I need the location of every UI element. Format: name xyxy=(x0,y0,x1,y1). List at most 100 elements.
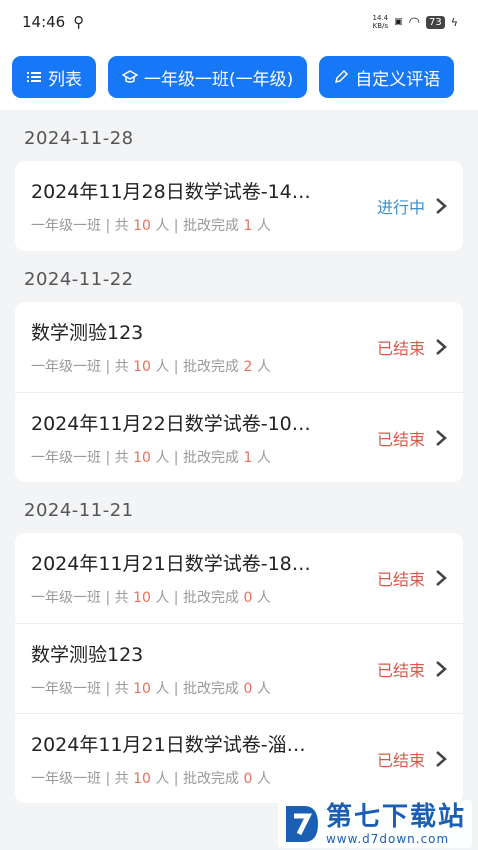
date-group: 2024-11-28 2024年11月28日数学试卷-14… 一年级一班 | 共… xyxy=(0,110,478,251)
total-count: 10 xyxy=(133,680,151,697)
chevron-right-icon xyxy=(436,660,447,677)
list-button-label: 列表 xyxy=(48,69,82,90)
done-count: 0 xyxy=(243,590,253,606)
class-name: 一年级一班 xyxy=(31,218,101,234)
exam-status: 进行中 xyxy=(376,198,425,217)
done-count: 0 xyxy=(243,680,253,697)
list-button[interactable]: 列表 xyxy=(12,56,96,98)
done-count: 0 xyxy=(243,770,253,787)
toolbar: 列表 一年级一班(一年级) 自定义评语 xyxy=(0,44,478,110)
usb-icon: ⚲ xyxy=(73,13,85,31)
person-unit: 人 xyxy=(256,359,271,375)
person-unit: 人 xyxy=(155,218,170,234)
person-unit: 人 xyxy=(256,449,271,466)
exam-row[interactable]: 数学测验123 一年级一班 | 共 10 人 | 批改完成 0 人 已结束 xyxy=(15,623,463,713)
total-prefix: 共 xyxy=(114,590,129,606)
class-name: 一年级一班 xyxy=(31,770,101,787)
total-prefix: 共 xyxy=(114,680,129,697)
exam-row[interactable]: 2024年11月22日数学试卷-10… 一年级一班 | 共 10 人 | 批改完… xyxy=(15,392,463,482)
person-unit: 人 xyxy=(256,218,271,234)
total-prefix: 共 xyxy=(114,359,129,375)
d7-logo-icon xyxy=(285,806,318,842)
exam-meta: 一年级一班 | 共 10 人 | 批改完成 1 人 xyxy=(31,218,271,234)
nfc-icon: ▣ xyxy=(394,17,403,27)
exam-row[interactable]: 数学测验123 一年级一班 | 共 10 人 | 批改完成 2 人 已结束 xyxy=(15,302,463,392)
exam-card: 数学测验123 一年级一班 | 共 10 人 | 批改完成 2 人 已结束 20… xyxy=(15,302,463,482)
list-icon xyxy=(27,72,41,82)
exam-meta: 一年级一班 | 共 10 人 | 批改完成 2 人 xyxy=(31,359,271,375)
exam-title: 2024年11月22日数学试卷-10… xyxy=(31,412,311,435)
chevron-right-icon xyxy=(436,429,447,446)
date-header: 2024-11-21 xyxy=(24,500,134,521)
exam-title: 2024年11月28日数学试卷-14… xyxy=(31,181,311,203)
done-count: 1 xyxy=(243,449,253,466)
chevron-right-icon xyxy=(436,198,447,214)
person-unit: 人 xyxy=(155,680,170,697)
total-count: 10 xyxy=(133,449,151,466)
network-speed: 14.4 KB/s xyxy=(372,14,389,30)
total-count: 10 xyxy=(133,770,151,787)
done-prefix: 批改完成 xyxy=(182,770,239,787)
exam-status: 已结束 xyxy=(376,429,425,449)
done-prefix: 批改完成 xyxy=(182,449,239,466)
done-count: 2 xyxy=(243,359,253,375)
watermark: 第七下载站 www.d7down.com xyxy=(277,800,472,848)
graduation-cap-icon xyxy=(122,70,138,83)
person-unit: 人 xyxy=(256,770,271,787)
status-bar: 14:46 ⚲ 14.4 KB/s ▣ ◠ 73 ϟ xyxy=(0,0,478,44)
class-select-button[interactable]: 一年级一班(一年级) xyxy=(108,56,308,98)
class-select-label: 一年级一班(一年级) xyxy=(144,69,294,90)
person-unit: 人 xyxy=(155,590,170,606)
class-name: 一年级一班 xyxy=(31,359,101,375)
charging-icon: ϟ xyxy=(450,15,458,29)
exam-card: 2024年11月28日数学试卷-14… 一年级一班 | 共 10 人 | 批改完… xyxy=(15,161,463,251)
exam-meta: 一年级一班 | 共 10 人 | 批改完成 0 人 xyxy=(31,590,271,606)
date-group: 2024-11-22 数学测验123 一年级一班 | 共 10 人 | 批改完成… xyxy=(0,251,478,482)
done-prefix: 批改完成 xyxy=(182,359,239,375)
date-header: 2024-11-22 xyxy=(24,269,134,290)
exam-status: 已结束 xyxy=(376,339,425,358)
exam-row[interactable]: 2024年11月21日数学试卷-18… 一年级一班 | 共 10 人 | 批改完… xyxy=(15,533,463,623)
exam-title: 数学测验123 xyxy=(31,643,144,666)
done-prefix: 批改完成 xyxy=(182,590,239,606)
exam-status: 已结束 xyxy=(376,750,425,770)
class-name: 一年级一班 xyxy=(31,449,101,466)
exam-status: 已结束 xyxy=(376,570,425,589)
exam-row[interactable]: 2024年11月21日数学试卷-淄… 一年级一班 | 共 10 人 | 批改完成… xyxy=(15,713,463,803)
chevron-right-icon xyxy=(436,750,447,767)
person-unit: 人 xyxy=(256,590,271,606)
exam-meta: 一年级一班 | 共 10 人 | 批改完成 0 人 xyxy=(31,680,271,697)
watermark-url: www.d7down.com xyxy=(325,832,450,846)
person-unit: 人 xyxy=(155,359,170,375)
clock: 14:46 xyxy=(22,13,66,31)
exam-status: 已结束 xyxy=(376,660,425,680)
wifi-icon: ◠ xyxy=(408,14,420,30)
class-name: 一年级一班 xyxy=(31,680,101,697)
class-name: 一年级一班 xyxy=(31,590,101,606)
exam-meta: 一年级一班 | 共 10 人 | 批改完成 0 人 xyxy=(31,770,271,787)
pencil-icon xyxy=(335,69,349,84)
date-header: 2024-11-28 xyxy=(24,128,134,149)
exam-meta: 一年级一班 | 共 10 人 | 批改完成 1 人 xyxy=(31,449,271,466)
exam-title: 2024年11月21日数学试卷-淄… xyxy=(31,733,306,756)
battery-icon: 73 xyxy=(426,15,445,29)
total-count: 10 xyxy=(133,218,151,234)
person-unit: 人 xyxy=(155,770,170,787)
chevron-right-icon xyxy=(436,339,447,355)
exam-title: 2024年11月21日数学试卷-18… xyxy=(31,553,311,575)
person-unit: 人 xyxy=(256,680,271,697)
total-count: 10 xyxy=(133,590,151,606)
total-prefix: 共 xyxy=(114,770,129,787)
exam-row[interactable]: 2024年11月28日数学试卷-14… 一年级一班 | 共 10 人 | 批改完… xyxy=(15,161,463,251)
custom-comment-button[interactable]: 自定义评语 xyxy=(319,56,455,98)
exam-card: 2024年11月21日数学试卷-18… 一年级一班 | 共 10 人 | 批改完… xyxy=(15,533,463,803)
watermark-name: 第七下载站 xyxy=(325,802,466,832)
done-count: 1 xyxy=(243,218,253,234)
done-prefix: 批改完成 xyxy=(182,680,239,697)
total-prefix: 共 xyxy=(114,449,129,466)
total-prefix: 共 xyxy=(114,218,129,234)
date-group: 2024-11-21 2024年11月21日数学试卷-18… 一年级一班 | 共… xyxy=(0,482,478,803)
done-prefix: 批改完成 xyxy=(182,218,239,234)
exam-title: 数学测验123 xyxy=(31,322,144,344)
custom-comment-label: 自定义评语 xyxy=(355,69,441,90)
